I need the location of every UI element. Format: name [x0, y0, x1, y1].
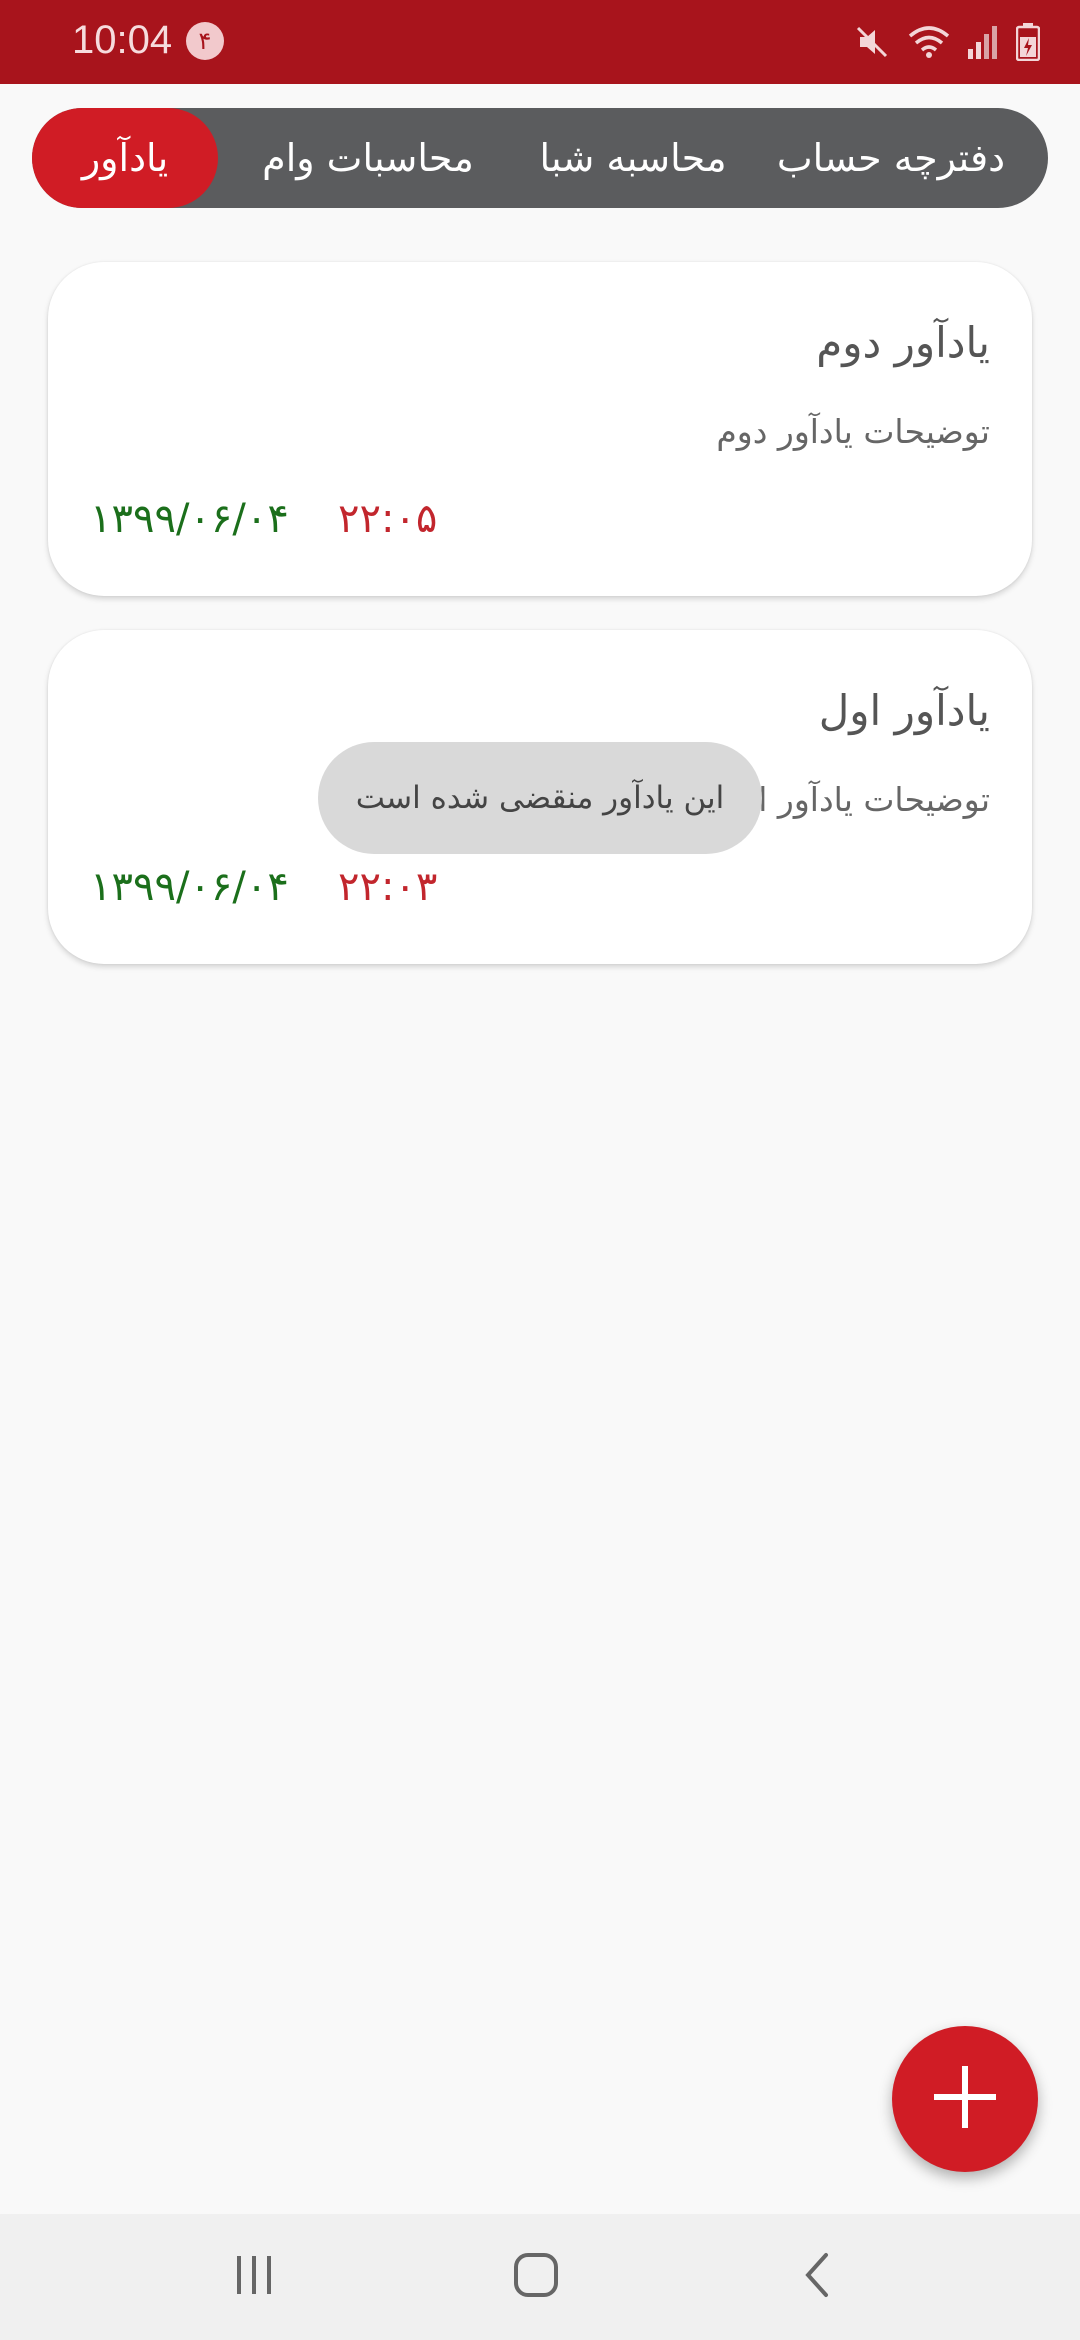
- reminder-card[interactable]: یادآور دوم توضیحات یادآور دوم ۲۲:۰۵ ۱۳۹۹…: [48, 262, 1032, 596]
- mute-icon: [854, 24, 890, 60]
- wifi-icon: [908, 24, 950, 60]
- reminder-date: ۱۳۹۹/۰۶/۰۴: [90, 496, 289, 542]
- back-icon: [796, 2251, 836, 2303]
- status-bar: 10:04 ۴: [0, 0, 1080, 84]
- notification-badge: ۴: [186, 22, 224, 60]
- tab-account-book[interactable]: دفترچه حساب: [766, 108, 1016, 208]
- tab-bar: دفترچه حساب محاسبه شبا محاسبات وام یادآو…: [32, 108, 1048, 208]
- expired-toast: این یادآور منقضی شده است: [318, 742, 762, 854]
- reminder-description: توضیحات یادآور دوم: [716, 412, 990, 451]
- reminder-time: ۲۲:۰۳: [338, 864, 438, 910]
- recents-icon: [232, 2253, 276, 2301]
- reminder-title: یادآور دوم: [816, 318, 990, 367]
- plus-icon: [932, 2064, 998, 2134]
- reminder-title: یادآور اول: [818, 686, 990, 735]
- tab-reminder[interactable]: یادآور: [32, 108, 218, 208]
- status-icons: [854, 20, 1040, 64]
- status-time: 10:04: [72, 18, 173, 62]
- signal-icon: [968, 25, 998, 59]
- reminder-time: ۲۲:۰۵: [338, 496, 438, 542]
- home-button[interactable]: [476, 2214, 596, 2340]
- battery-icon: [1016, 23, 1040, 61]
- back-button[interactable]: [756, 2214, 876, 2340]
- add-reminder-button[interactable]: [892, 2026, 1038, 2172]
- home-icon: [512, 2251, 560, 2303]
- recents-button[interactable]: [194, 2214, 314, 2340]
- navigation-bar: [0, 2214, 1080, 2340]
- tab-sheba-calculation[interactable]: محاسبه شبا: [518, 108, 748, 208]
- reminder-date: ۱۳۹۹/۰۶/۰۴: [90, 864, 289, 910]
- tab-loan-calculations[interactable]: محاسبات وام: [238, 108, 498, 208]
